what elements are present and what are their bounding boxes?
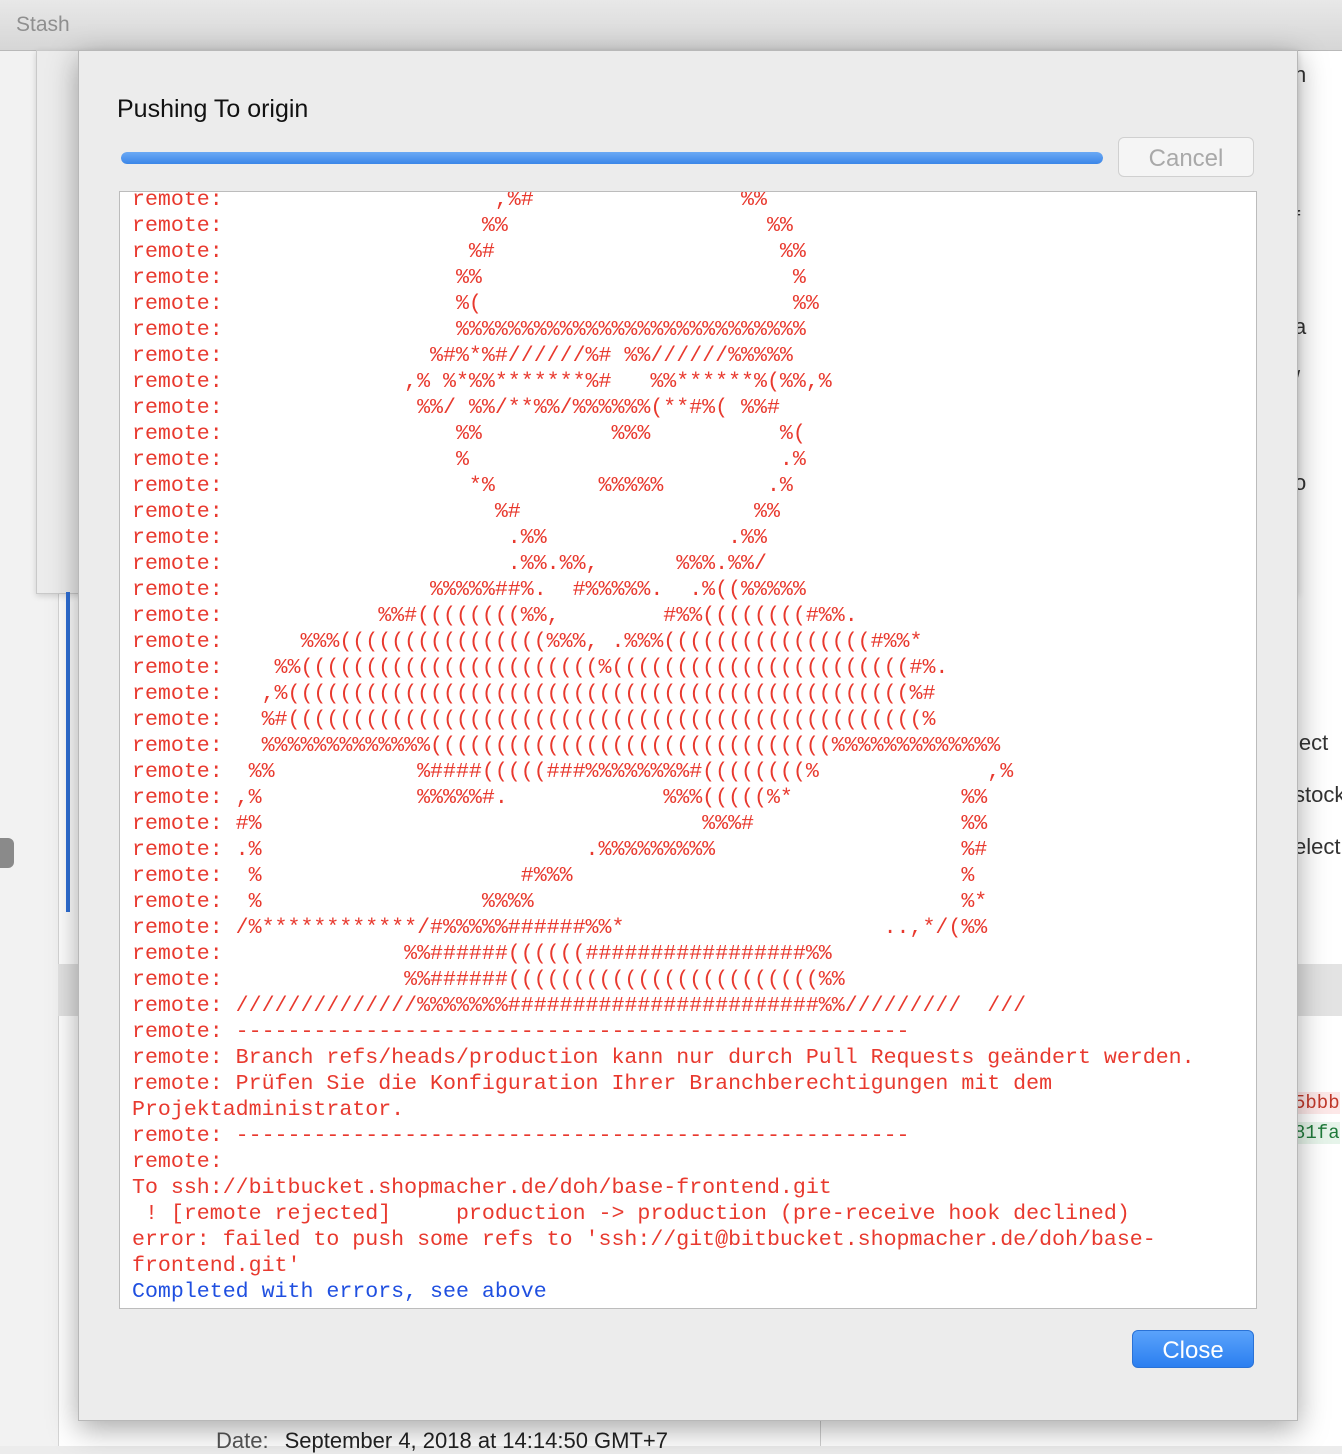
log-line: remote: % %%%% %* [132, 890, 988, 914]
background-list-item[interactable]: lect [1294, 730, 1328, 756]
log-line: remote: %% %%% %( [132, 422, 806, 446]
log-line: remote: %#%*%#//////%# %%//////%%%%% [132, 344, 793, 368]
log-line: remote: %# %% [132, 240, 806, 264]
log-line: remote: Prüfen Sie die Konfiguration Ihr… [132, 1072, 1053, 1096]
log-line: remote: % #%%% % [132, 864, 975, 888]
background-list-item[interactable]: stock [1294, 782, 1342, 808]
log-line: remote: #% %%%# %% [132, 812, 988, 836]
progress-bar-fill [121, 152, 1103, 164]
log-line: remote: %%%((((((((((((((((%%%, .%%%((((… [132, 630, 923, 654]
log-line: frontend.git' [132, 1254, 301, 1278]
date-label: Date: [216, 1428, 269, 1453]
log-text: remote: ,%# %% remote: %% %% remote: %# %%… [120, 191, 1256, 1305]
background-commit-date: Date: September 4, 2018 at 14:14:50 GMT+7 [216, 1428, 668, 1454]
log-line: remote: ,%# %% [132, 191, 767, 212]
log-line: Projektadministrator. [132, 1098, 405, 1122]
log-line: remote: % .% [132, 448, 806, 472]
log-line: remote: ,% %%%%%#. %%%(((((%* %% [132, 786, 988, 810]
push-progress-dialog: Pushing To origin Cancel remote: ,%# %% r… [78, 50, 1298, 1421]
background-divider [820, 1420, 821, 1446]
date-value: September 4, 2018 at 14:14:50 GMT+7 [284, 1428, 669, 1453]
log-line: remote: ,% %*%%*******%# %%******%(%%,% [132, 370, 832, 394]
log-line: remote: %#((((((((((((((((((((((((((((((… [132, 708, 936, 732]
app-title: Stash [16, 13, 70, 36]
log-line: remote: %% %####(((((###%%%%%%%%#(((((((… [132, 760, 1014, 784]
log-final-status: Completed with errors, see above [132, 1280, 547, 1304]
close-button[interactable]: Close [1132, 1330, 1254, 1368]
log-line: remote: %%#((((((((%%, #%%((((((((#%%. [132, 604, 858, 628]
background-hash: 81fa [1294, 1122, 1340, 1144]
log-line: remote: %%######((((((#################%… [132, 942, 832, 966]
log-line: error: failed to push some refs to 'ssh:… [132, 1228, 1156, 1252]
log-line: remote: //////////////%%%%%%%###########… [132, 994, 1027, 1018]
log-line: ! [remote rejected] production -> produc… [132, 1202, 1130, 1226]
log-line: remote: .%% .%% [132, 526, 767, 550]
log-line: remote: %%%%%%%%%%%%%(((((((((((((((((((… [132, 734, 1001, 758]
log-line: remote: %% % [132, 266, 806, 290]
log-line: remote: %%%%%%%%%%%%%%%%%%%%%%%%%%% [132, 318, 806, 342]
log-line: remote: --------------------------------… [132, 1020, 910, 1044]
log-line: remote: %%######((((((((((((((((((((((((… [132, 968, 845, 992]
app-titlebar: Stash [0, 0, 1342, 51]
dialog-title: Pushing To origin [117, 95, 309, 123]
log-line: remote: Branch refs/heads/production kan… [132, 1046, 1195, 1070]
push-progress-bar [121, 152, 1103, 164]
background-list-item[interactable]: elect [1294, 834, 1340, 860]
log-line: remote: [132, 1150, 223, 1174]
log-line: remote: /%************/#%%%%%######%%* .… [132, 916, 988, 940]
cancel-button[interactable]: Cancel [1118, 137, 1254, 177]
log-line: remote: %( %% [132, 292, 819, 316]
log-line: remote: .% .%%%%%%%%% %# [132, 838, 988, 862]
panel-collapse-handle[interactable] [0, 838, 14, 868]
background-selection-indicator [66, 592, 70, 912]
log-line: remote: .%%.%%, %%%.%%/ [132, 552, 767, 576]
log-line: To ssh://bitbucket.shopmacher.de/doh/bas… [132, 1176, 832, 1200]
background-hash: 5bbb [1294, 1092, 1340, 1114]
log-line: remote: --------------------------------… [132, 1124, 910, 1148]
log-line: remote: ,%((((((((((((((((((((((((((((((… [132, 682, 936, 706]
log-line: remote: %%%%%##%. #%%%%%. .%((%%%%% [132, 578, 806, 602]
log-line: remote: %# %% [132, 500, 780, 524]
push-output-log[interactable]: remote: ,%# %% remote: %% %% remote: %# %%… [119, 191, 1257, 1309]
log-line: remote: %% %% [132, 214, 793, 238]
log-line: remote: %%(((((((((((((((((((((((%((((((… [132, 656, 949, 680]
log-line: remote: %%/ %%/**%%/%%%%%%(**#%( %%# [132, 396, 780, 420]
log-line: remote: *% %%%%% .% [132, 474, 793, 498]
